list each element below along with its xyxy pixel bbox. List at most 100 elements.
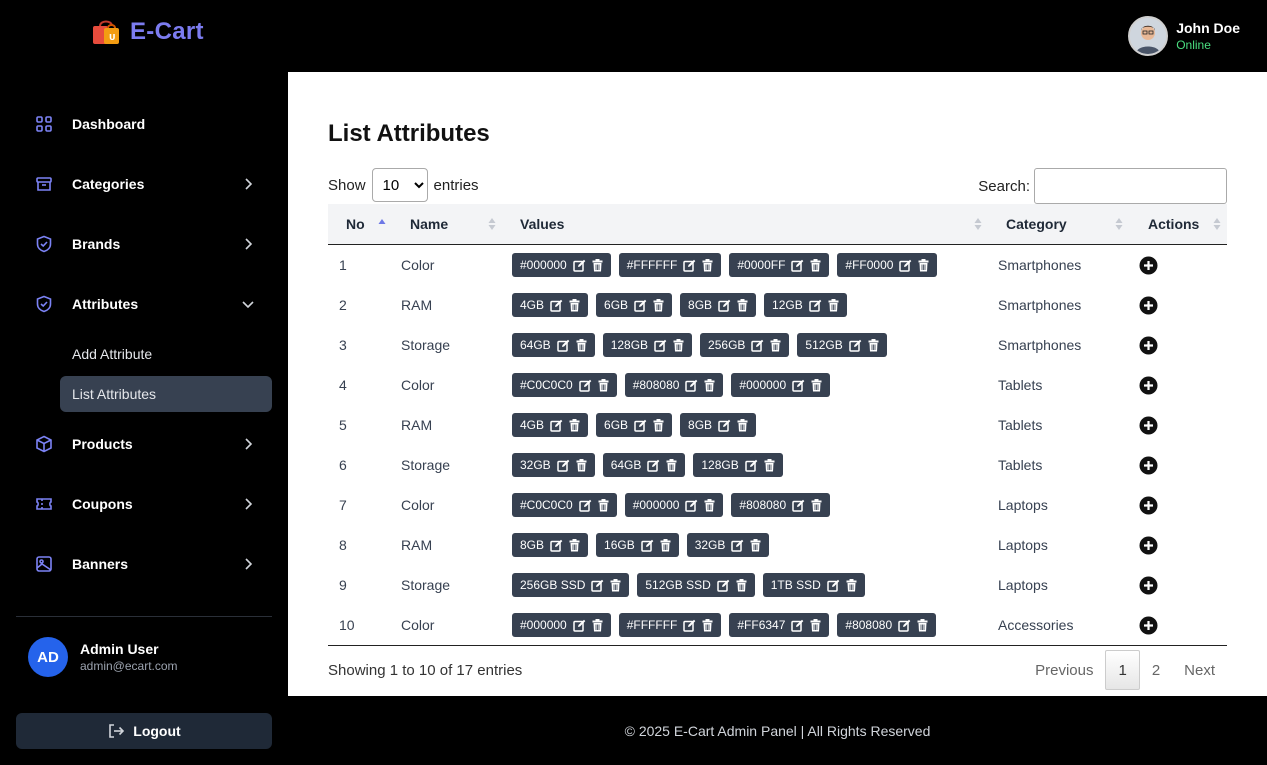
- edit-value-button[interactable]: [731, 539, 744, 552]
- entries-select[interactable]: 10: [371, 168, 428, 202]
- user-profile[interactable]: John Doe Online: [1128, 16, 1240, 56]
- column-header-category[interactable]: Category: [1006, 204, 1067, 244]
- edit-value-button[interactable]: [717, 579, 730, 592]
- logout-button[interactable]: Logout: [16, 713, 272, 749]
- delete-value-button[interactable]: [811, 378, 822, 392]
- edit-value-button[interactable]: [683, 619, 696, 632]
- edit-value-button[interactable]: [654, 339, 667, 352]
- add-value-button[interactable]: [1139, 445, 1158, 485]
- add-value-button[interactable]: [1139, 365, 1158, 405]
- delete-value-button[interactable]: [610, 578, 621, 592]
- delete-value-button[interactable]: [576, 338, 587, 352]
- delete-value-button[interactable]: [764, 458, 775, 472]
- delete-value-button[interactable]: [770, 338, 781, 352]
- delete-value-button[interactable]: [704, 378, 715, 392]
- delete-value-button[interactable]: [702, 618, 713, 632]
- sidebar-item-banners[interactable]: Banners: [16, 542, 272, 586]
- delete-value-button[interactable]: [598, 498, 609, 512]
- search-input[interactable]: [1034, 168, 1227, 204]
- edit-value-button[interactable]: [718, 299, 731, 312]
- add-value-button[interactable]: [1139, 565, 1158, 605]
- edit-value-button[interactable]: [550, 539, 563, 552]
- delete-value-button[interactable]: [592, 618, 603, 632]
- sidebar-item-brands[interactable]: Brands: [16, 222, 272, 266]
- delete-value-button[interactable]: [653, 298, 664, 312]
- delete-value-button[interactable]: [810, 618, 821, 632]
- edit-value-button[interactable]: [685, 379, 698, 392]
- edit-value-button[interactable]: [685, 499, 698, 512]
- sidebar-item-categories[interactable]: Categories: [16, 162, 272, 206]
- delete-value-button[interactable]: [750, 538, 761, 552]
- delete-value-button[interactable]: [736, 578, 747, 592]
- add-value-button[interactable]: [1139, 245, 1158, 285]
- edit-value-button[interactable]: [849, 339, 862, 352]
- sidebar-item-dashboard[interactable]: Dashboard: [16, 102, 272, 146]
- delete-value-button[interactable]: [846, 578, 857, 592]
- edit-value-button[interactable]: [634, 299, 647, 312]
- column-header-values[interactable]: Values: [520, 204, 564, 244]
- edit-value-button[interactable]: [898, 619, 911, 632]
- add-value-button[interactable]: [1139, 285, 1158, 325]
- column-header-name[interactable]: Name: [410, 204, 448, 244]
- add-value-button[interactable]: [1139, 605, 1158, 645]
- delete-value-button[interactable]: [702, 258, 713, 272]
- column-header-actions[interactable]: Actions: [1148, 204, 1199, 244]
- delete-value-button[interactable]: [673, 338, 684, 352]
- sidebar-subitem-list-attributes[interactable]: List Attributes: [60, 376, 272, 412]
- delete-value-button[interactable]: [868, 338, 879, 352]
- delete-value-button[interactable]: [810, 258, 821, 272]
- delete-value-button[interactable]: [592, 258, 603, 272]
- delete-value-button[interactable]: [666, 458, 677, 472]
- edit-value-button[interactable]: [634, 419, 647, 432]
- edit-value-button[interactable]: [683, 259, 696, 272]
- delete-value-button[interactable]: [811, 498, 822, 512]
- edit-value-button[interactable]: [792, 499, 805, 512]
- delete-value-button[interactable]: [828, 298, 839, 312]
- edit-value-button[interactable]: [640, 539, 654, 552]
- delete-value-button[interactable]: [660, 538, 671, 552]
- edit-value-button[interactable]: [591, 579, 604, 592]
- avatar[interactable]: [1128, 16, 1169, 56]
- add-value-button[interactable]: [1139, 325, 1158, 365]
- next-button[interactable]: Next: [1172, 650, 1227, 690]
- sidebar-item-attributes[interactable]: Attributes: [16, 282, 272, 326]
- page-button-2[interactable]: 2: [1140, 650, 1172, 690]
- edit-value-button[interactable]: [792, 379, 805, 392]
- delete-value-button[interactable]: [737, 298, 748, 312]
- previous-button[interactable]: Previous: [1023, 650, 1105, 690]
- delete-value-button[interactable]: [704, 498, 715, 512]
- edit-value-button[interactable]: [578, 379, 592, 392]
- edit-value-button[interactable]: [827, 579, 840, 592]
- edit-value-button[interactable]: [556, 459, 570, 472]
- delete-value-button[interactable]: [917, 618, 928, 632]
- edit-value-button[interactable]: [791, 619, 804, 632]
- add-value-button[interactable]: [1139, 485, 1158, 525]
- edit-value-button[interactable]: [899, 259, 912, 272]
- edit-value-button[interactable]: [647, 459, 660, 472]
- edit-value-button[interactable]: [808, 299, 822, 312]
- sidebar-item-coupons[interactable]: Coupons: [16, 482, 272, 526]
- brand-logo[interactable]: U E-Cart: [90, 16, 204, 48]
- edit-value-button[interactable]: [550, 419, 563, 432]
- edit-value-button[interactable]: [578, 499, 592, 512]
- edit-value-button[interactable]: [751, 339, 764, 352]
- column-header-no[interactable]: No: [346, 204, 365, 244]
- edit-value-button[interactable]: [791, 259, 804, 272]
- sidebar-subitem-add-attribute[interactable]: Add Attribute: [60, 336, 272, 372]
- add-value-button[interactable]: [1139, 525, 1158, 565]
- edit-value-button[interactable]: [744, 459, 758, 472]
- delete-value-button[interactable]: [576, 458, 587, 472]
- edit-value-button[interactable]: [572, 259, 586, 272]
- edit-value-button[interactable]: [556, 339, 570, 352]
- edit-value-button[interactable]: [572, 619, 586, 632]
- delete-value-button[interactable]: [653, 418, 664, 432]
- delete-value-button[interactable]: [737, 418, 748, 432]
- edit-value-button[interactable]: [718, 419, 731, 432]
- sidebar-item-products[interactable]: Products: [16, 422, 272, 466]
- page-button-1[interactable]: 1: [1105, 650, 1140, 690]
- delete-value-button[interactable]: [569, 298, 580, 312]
- delete-value-button[interactable]: [569, 538, 580, 552]
- delete-value-button[interactable]: [598, 378, 609, 392]
- delete-value-button[interactable]: [918, 258, 929, 272]
- delete-value-button[interactable]: [569, 418, 580, 432]
